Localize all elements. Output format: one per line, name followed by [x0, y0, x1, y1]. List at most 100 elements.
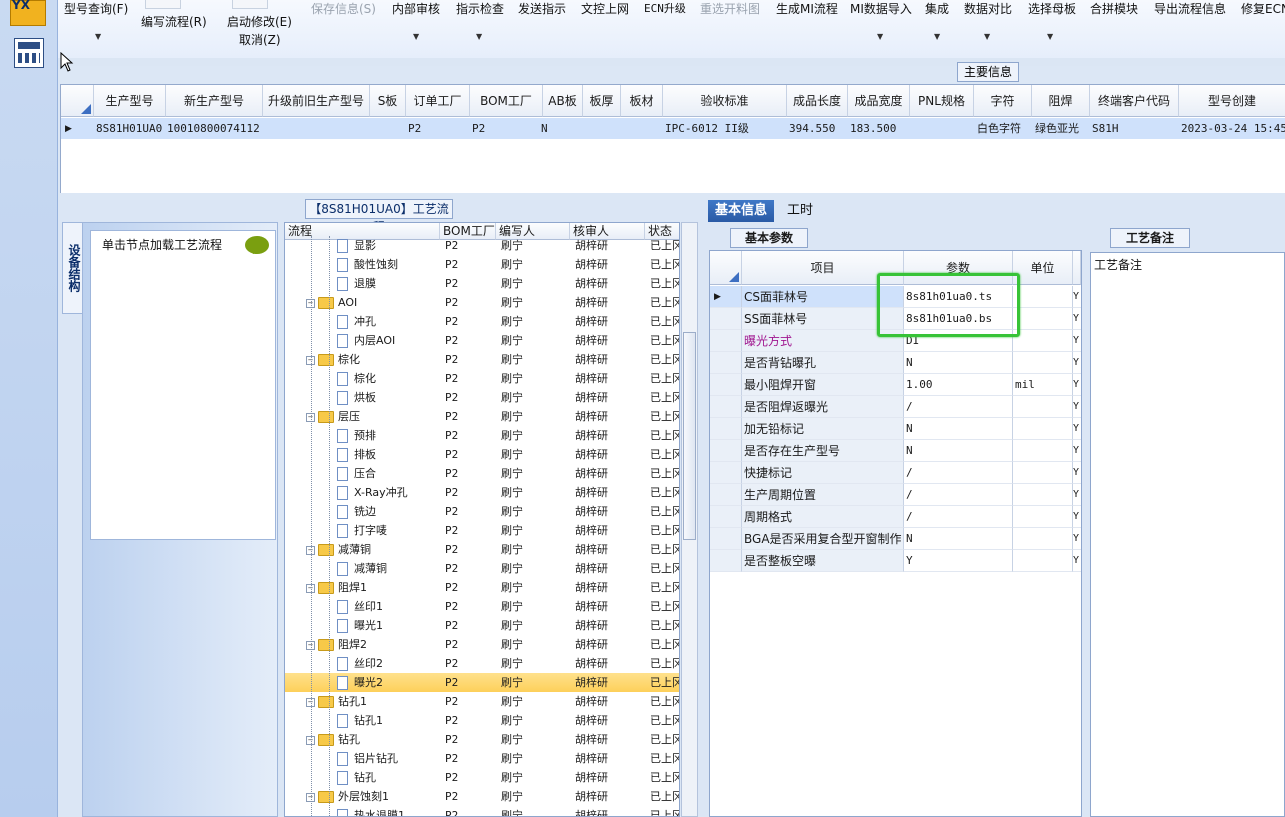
- param-unit-cell[interactable]: [1013, 396, 1073, 418]
- table-cell[interactable]: 刷宁: [501, 483, 523, 502]
- table-cell[interactable]: 胡梓研: [575, 616, 608, 635]
- table-cell[interactable]: 已上冈: [650, 274, 679, 293]
- table-row[interactable]: 排板 P2 刷宁 胡梓研 已上冈: [285, 445, 679, 464]
- table-cell[interactable]: 已上冈: [650, 578, 679, 597]
- column-header[interactable]: 升级前旧生产型号: [263, 85, 370, 117]
- param-value-cell[interactable]: N: [904, 418, 1013, 440]
- table-cell[interactable]: IPC-6012 II级: [665, 119, 749, 139]
- equipment-structure-tab[interactable]: 设备结构: [62, 222, 83, 314]
- table-row[interactable]: 烘板 P2 刷宁 胡梓研 已上冈: [285, 388, 679, 407]
- row-indicator[interactable]: [710, 484, 742, 506]
- table-cell[interactable]: P2: [445, 502, 458, 521]
- table-cell[interactable]: 胡梓研: [575, 559, 608, 578]
- table-cell[interactable]: 刷宁: [501, 464, 523, 483]
- flow-step-cell[interactable]: − 阻焊2: [306, 635, 367, 654]
- table-cell[interactable]: 10010800074112: [167, 119, 260, 139]
- table-row[interactable]: 酸性蚀刻 P2 刷宁 胡梓研 已上冈: [285, 255, 679, 274]
- param-unit-cell[interactable]: [1013, 330, 1073, 352]
- table-cell[interactable]: 刷宁: [501, 673, 523, 692]
- toolbar-select-mother-button[interactable]: 选择母板: [1028, 0, 1076, 17]
- flow-step-cell[interactable]: 内层AOI: [337, 331, 395, 350]
- table-cell[interactable]: P2: [445, 597, 458, 616]
- row-indicator[interactable]: ▶: [710, 286, 742, 308]
- table-cell[interactable]: 已上冈: [650, 236, 679, 255]
- row-indicator[interactable]: [710, 330, 742, 352]
- param-value-cell[interactable]: N: [904, 440, 1013, 462]
- column-header[interactable]: 成品宽度: [848, 85, 910, 117]
- table-cell[interactable]: S81H: [1092, 119, 1119, 139]
- chevron-down-icon[interactable]: ▼: [984, 32, 990, 41]
- table-cell[interactable]: 刷宁: [501, 426, 523, 445]
- flow-step-cell[interactable]: 酸性蚀刻: [337, 255, 398, 274]
- flow-step-cell[interactable]: 丝印2: [337, 654, 383, 673]
- table-row[interactable]: 棕化 P2 刷宁 胡梓研 已上冈: [285, 369, 679, 388]
- table-row[interactable]: − 阻焊1 P2 刷宁 胡梓研 已上冈: [285, 578, 679, 597]
- param-unit-cell[interactable]: [1013, 352, 1073, 374]
- column-header[interactable]: PNL规格: [910, 85, 974, 117]
- flow-step-cell[interactable]: 曝光1: [337, 616, 383, 635]
- column-header[interactable]: 验收标准: [663, 85, 787, 117]
- table-cell[interactable]: 胡梓研: [575, 445, 608, 464]
- table-cell[interactable]: 刷宁: [501, 578, 523, 597]
- table-cell[interactable]: 刷宁: [501, 521, 523, 540]
- table-cell[interactable]: 刷宁: [501, 502, 523, 521]
- table-cell[interactable]: N: [541, 119, 548, 139]
- table-cell[interactable]: 胡梓研: [575, 635, 608, 654]
- tab-basic-info[interactable]: 基本信息: [708, 200, 774, 222]
- table-cell[interactable]: 刷宁: [501, 654, 523, 673]
- table-cell[interactable]: P2: [445, 293, 458, 312]
- table-cell[interactable]: 刷宁: [501, 312, 523, 331]
- table-cell[interactable]: 胡梓研: [575, 711, 608, 730]
- table-row[interactable]: 冲孔 P2 刷宁 胡梓研 已上冈: [285, 312, 679, 331]
- flow-step-cell[interactable]: 曝光2: [337, 673, 383, 692]
- table-cell[interactable]: P2: [445, 540, 458, 559]
- flow-step-cell[interactable]: 钻孔1: [337, 711, 383, 730]
- table-cell[interactable]: 183.500: [850, 119, 896, 139]
- table-cell[interactable]: 已上冈: [650, 749, 679, 768]
- flow-step-cell[interactable]: 压合: [337, 464, 376, 483]
- table-cell[interactable]: 胡梓研: [575, 236, 608, 255]
- flow-step-cell[interactable]: 预排: [337, 426, 376, 445]
- table-row[interactable]: 周期格式 / Y: [710, 506, 1081, 528]
- table-cell[interactable]: 胡梓研: [575, 730, 608, 749]
- table-row[interactable]: 生产周期位置 / Y: [710, 484, 1081, 506]
- row-indicator[interactable]: [710, 550, 742, 572]
- toolbar-doc-online-button[interactable]: 文控上网: [581, 0, 629, 17]
- param-unit-cell[interactable]: [1013, 528, 1073, 550]
- table-cell[interactable]: 394.550: [789, 119, 835, 139]
- table-cell[interactable]: 胡梓研: [575, 654, 608, 673]
- toolbar-cancel-button[interactable]: 取消(Z): [239, 31, 281, 48]
- flow-step-cell[interactable]: X-Ray冲孔: [337, 483, 408, 502]
- table-row[interactable]: 加无铅标记 N Y: [710, 418, 1081, 440]
- table-cell[interactable]: P2: [445, 255, 458, 274]
- row-indicator[interactable]: [710, 418, 742, 440]
- table-cell[interactable]: 已上冈: [650, 388, 679, 407]
- flow-step-cell[interactable]: − 钻孔1: [306, 692, 367, 711]
- param-unit-cell[interactable]: [1013, 550, 1073, 572]
- table-cell[interactable]: P2: [445, 445, 458, 464]
- table-cell[interactable]: P2: [445, 369, 458, 388]
- table-cell[interactable]: 刷宁: [501, 616, 523, 635]
- table-cell[interactable]: P2: [445, 692, 458, 711]
- table-cell[interactable]: 胡梓研: [575, 274, 608, 293]
- toolbar-save-info-button[interactable]: 保存信息(S): [311, 0, 376, 17]
- table-cell[interactable]: 2023-03-24 15:45:1: [1181, 119, 1285, 139]
- toolbar-mi-import-button[interactable]: MI数据导入: [850, 0, 912, 17]
- table-row[interactable]: 减薄铜 P2 刷宁 胡梓研 已上冈: [285, 559, 679, 578]
- table-row[interactable]: 退膜 P2 刷宁 胡梓研 已上冈: [285, 274, 679, 293]
- table-cell[interactable]: 刷宁: [501, 749, 523, 768]
- table-cell[interactable]: P2: [445, 578, 458, 597]
- toolbar-ecn-upgrade-button[interactable]: ECN升级: [644, 0, 686, 16]
- table-cell[interactable]: P2: [445, 388, 458, 407]
- param-unit-cell[interactable]: mil: [1013, 374, 1073, 396]
- table-row[interactable]: − 阻焊2 P2 刷宁 胡梓研 已上冈: [285, 635, 679, 654]
- column-header[interactable]: 单位: [1013, 251, 1073, 285]
- table-cell[interactable]: 刷宁: [501, 559, 523, 578]
- flow-step-cell[interactable]: − 层压: [306, 407, 360, 426]
- column-header[interactable]: 型号创建: [1179, 85, 1285, 117]
- calculator-icon[interactable]: [14, 38, 44, 68]
- table-cell[interactable]: 已上冈: [650, 540, 679, 559]
- column-header[interactable]: 阻焊: [1032, 85, 1090, 117]
- table-cell[interactable]: 已上冈: [650, 445, 679, 464]
- table-cell[interactable]: P2: [445, 331, 458, 350]
